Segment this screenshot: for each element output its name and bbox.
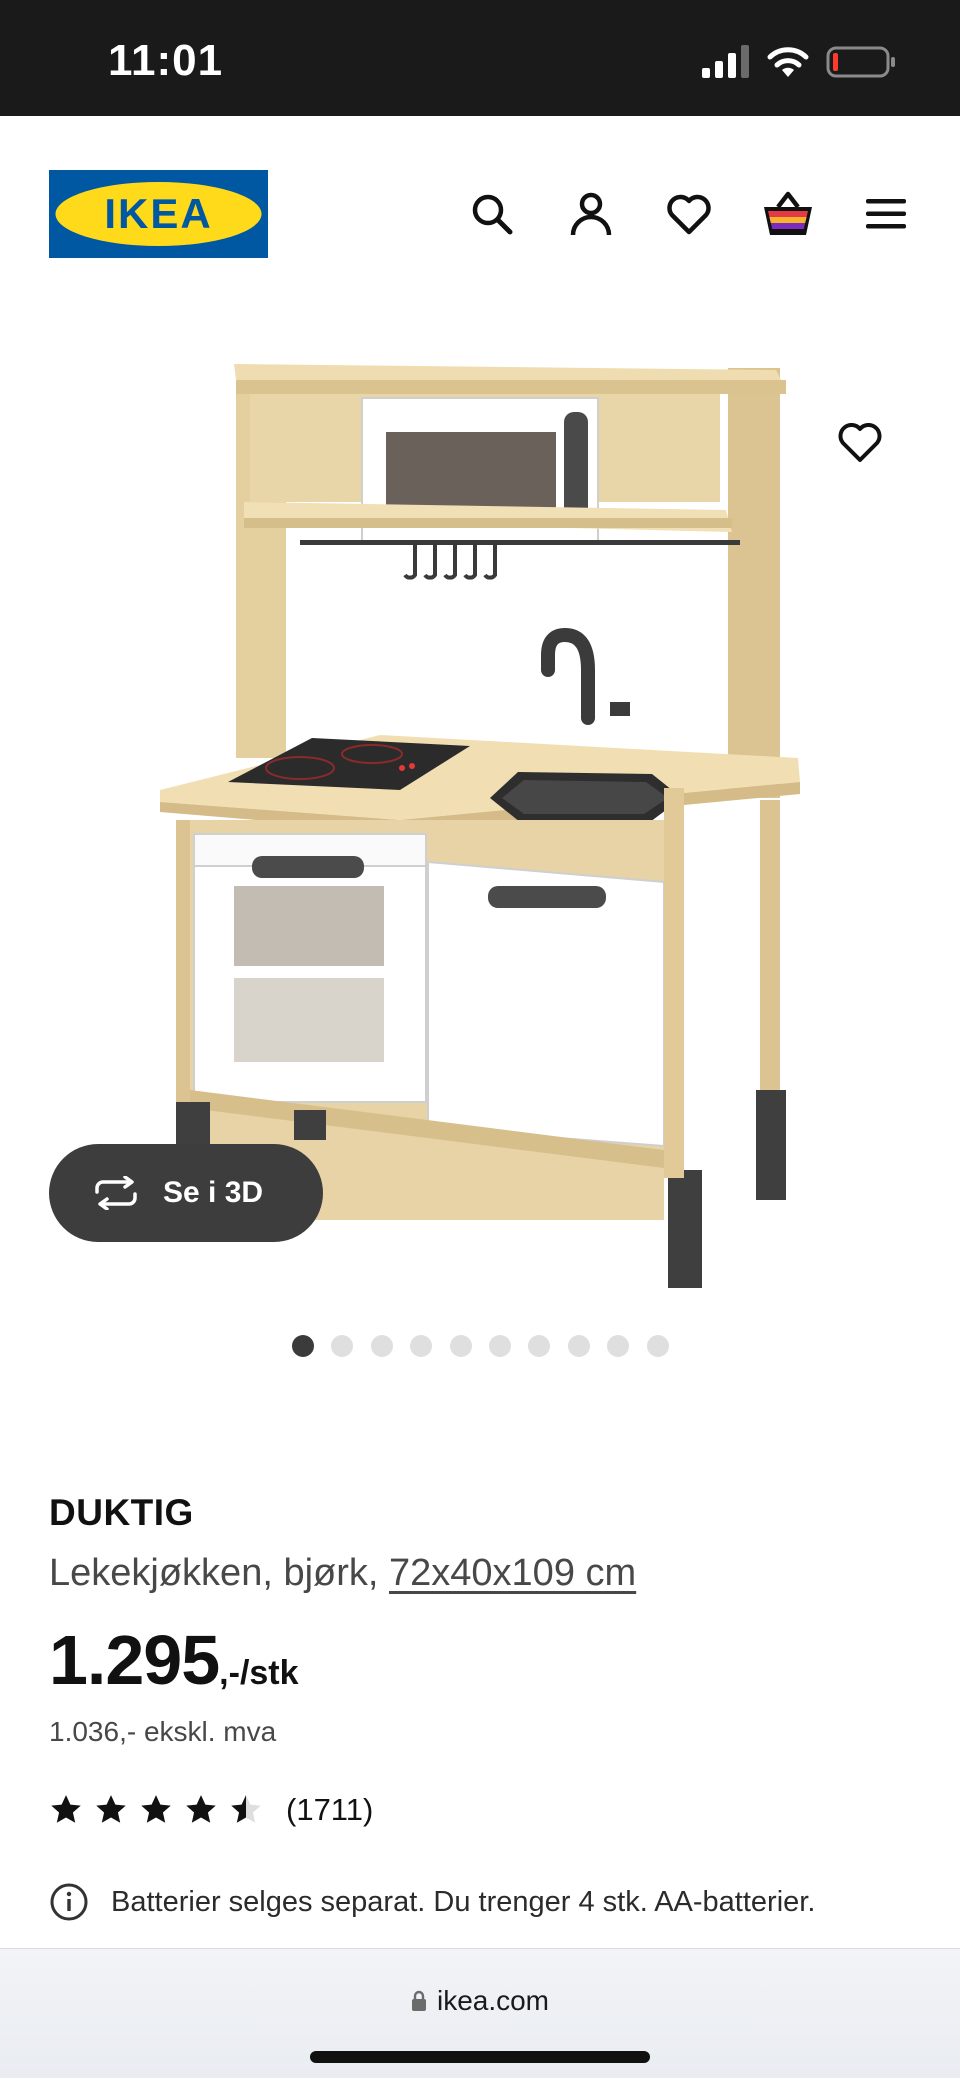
shopping-bag-button[interactable] [760, 186, 816, 242]
product-type: Lekekjøkken, bjørk, [49, 1552, 379, 1594]
home-indicator[interactable] [310, 2051, 650, 2063]
url-display[interactable]: ikea.com [0, 1985, 960, 2017]
status-time: 11:01 [108, 36, 224, 85]
info-icon [50, 1883, 88, 1921]
cellular-signal-icon [702, 45, 749, 78]
carousel-dot[interactable] [449, 1335, 472, 1357]
product-name: DUKTIG [49, 1492, 194, 1533]
heart-icon [838, 423, 882, 462]
add-to-favorites-button[interactable] [832, 414, 888, 470]
wifi-icon [767, 47, 809, 77]
carousel-dot[interactable] [410, 1335, 433, 1357]
price-amount: 1.295 [49, 1621, 220, 1699]
image-carousel-dots [292, 1335, 669, 1357]
half-star-icon [231, 1795, 261, 1823]
carousel-dot[interactable] [528, 1335, 551, 1357]
star-icon [186, 1795, 216, 1823]
rating-count: (1711) [286, 1792, 374, 1827]
carousel-dot[interactable] [488, 1335, 511, 1357]
carousel-dot[interactable] [646, 1335, 669, 1357]
account-button[interactable] [563, 186, 619, 242]
view-in-3d-label: Se i 3D [163, 1176, 264, 1209]
info-text: Batterier selges separat. Du trenger 4 s… [111, 1885, 816, 1918]
view-in-3d-button[interactable]: Se i 3D [49, 1144, 323, 1242]
menu-button[interactable] [858, 186, 914, 242]
carousel-dot[interactable] [567, 1335, 590, 1357]
battery-icon [826, 46, 895, 78]
favorites-icon [667, 194, 711, 235]
logo-text: IKEA [104, 190, 212, 237]
status-bar: 11:01 [0, 0, 960, 116]
product-description: Lekekjøkken, bjørk, 72x40x109 cm [49, 1552, 636, 1595]
ikea-logo[interactable]: IKEA [49, 170, 268, 258]
favorites-button[interactable] [661, 186, 717, 242]
product-dimensions-link[interactable]: 72x40x109 cm [389, 1552, 636, 1594]
carousel-dot[interactable] [331, 1335, 354, 1357]
carousel-dot[interactable] [370, 1335, 393, 1357]
url-text: ikea.com [436, 1985, 550, 2016]
shopping-bag-icon [764, 191, 812, 235]
product-rating[interactable]: (1711) [49, 1792, 373, 1828]
account-icon [570, 192, 612, 236]
rotate-3d-icon [95, 1176, 137, 1210]
battery-info-note: Batterier selges separat. Du trenger 4 s… [49, 1882, 815, 1922]
price-ex-vat: 1.036,- ekskl. mva [49, 1716, 277, 1747]
star-icon [141, 1795, 171, 1823]
search-icon [472, 194, 513, 235]
browser-address-bar[interactable]: ikea.com [0, 1948, 960, 2078]
price-suffix: ,-/stk [219, 1654, 299, 1692]
carousel-dot[interactable] [292, 1335, 314, 1357]
product-price: 1.295,-/stk [49, 1620, 299, 1700]
star-icon [96, 1795, 126, 1823]
lock-icon [411, 1990, 426, 2011]
carousel-dot[interactable] [607, 1335, 630, 1357]
menu-icon [866, 199, 906, 229]
star-icon [51, 1795, 81, 1823]
search-button[interactable] [464, 186, 520, 242]
